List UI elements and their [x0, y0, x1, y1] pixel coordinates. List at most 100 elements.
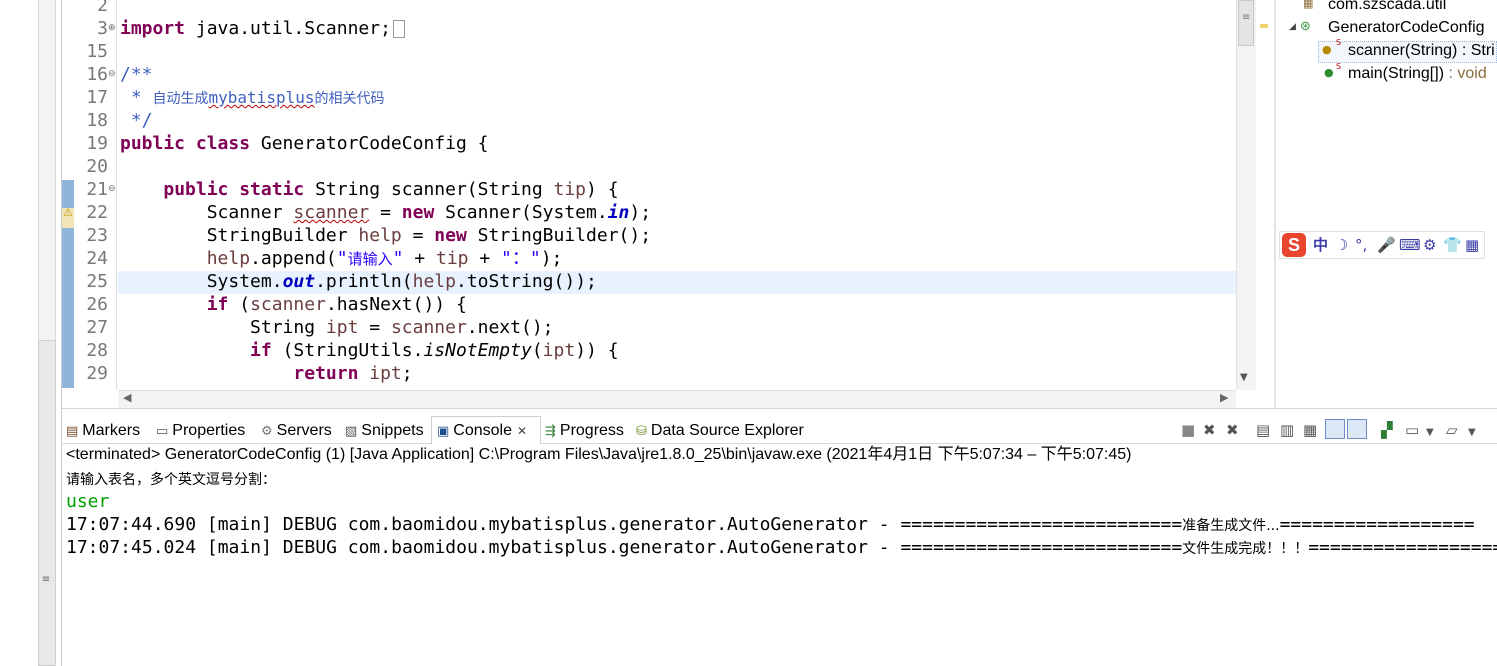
static-marker-icon: S	[1336, 38, 1342, 47]
outline-class[interactable]: GeneratorCodeConfig	[1328, 19, 1485, 37]
console-log-line: 17:07:45.024 [main] DEBUG com.baomidou.m…	[66, 537, 1497, 558]
line-number: 16	[86, 64, 108, 85]
change-marker	[62, 228, 74, 388]
pin-console-icon[interactable]: ▞	[1381, 420, 1393, 440]
code-line-16[interactable]: /**	[120, 63, 153, 86]
folded-imports-box	[392, 20, 405, 38]
display-console-icon[interactable]: ▭	[1405, 420, 1419, 440]
change-marker	[62, 180, 74, 208]
code-line-21[interactable]: public static String scanner(String tip)…	[120, 178, 618, 201]
overview-warning-mark[interactable]	[1260, 24, 1268, 28]
code-line-24[interactable]: help.append("请输入" + tip + "：");	[120, 247, 563, 271]
code-line-17[interactable]: * 自动生成mybatisplus的相关代码	[120, 86, 385, 111]
progress-icon: ⇶	[545, 424, 556, 439]
tab-properties[interactable]: ▭ Properties	[156, 420, 245, 442]
code-line-29[interactable]: return ipt;	[120, 362, 412, 385]
servers-icon: ⚙	[261, 424, 273, 439]
line-number: 18	[86, 110, 108, 131]
code-line-18[interactable]: */	[120, 109, 153, 132]
show-on-stderr-button[interactable]	[1347, 419, 1367, 439]
fold-collapse-icon[interactable]: ⊖	[108, 63, 118, 86]
outline-package[interactable]: com.szscada.util	[1328, 0, 1446, 14]
properties-icon: ▭	[156, 424, 169, 439]
left-scrollbar-thumb[interactable]	[38, 340, 56, 666]
line-number: 23	[86, 225, 108, 246]
ime-microphone-icon[interactable]: 🎤	[1377, 235, 1396, 255]
collapse-arrow-icon[interactable]: ◢	[1289, 22, 1296, 32]
code-line-25[interactable]: System.out.println(help.toString());	[120, 270, 597, 293]
snippets-icon: ▧	[345, 424, 358, 439]
fold-expand-icon[interactable]: ⊕	[108, 17, 118, 40]
tab-snippets[interactable]: ▧ Snippets	[345, 420, 424, 442]
fold-collapse-icon[interactable]: ⊖	[108, 178, 118, 201]
line-number: 15	[86, 41, 108, 62]
remove-all-terminated-icon[interactable]: ✖	[1226, 420, 1239, 440]
scroll-lock-icon[interactable]: ▥	[1280, 420, 1294, 440]
line-number: 19	[86, 133, 108, 154]
code-line-23[interactable]: StringBuilder help = new StringBuilder()…	[120, 224, 651, 247]
chevron-down-icon[interactable]: ▼	[1426, 423, 1434, 443]
method-warning-icon: ●	[1322, 43, 1332, 56]
line-number: 25	[86, 271, 108, 292]
panel-divider	[62, 408, 1497, 409]
outline-method-main[interactable]: main(String[]) : void	[1348, 65, 1487, 83]
editor-scrollbar-thumb[interactable]	[1238, 0, 1254, 46]
tab-console[interactable]: ▣ Console ✕	[437, 420, 527, 442]
code-line-26[interactable]: if (scanner.hasNext()) {	[120, 293, 467, 316]
scroll-down-arrow-icon[interactable]: ▼	[1240, 372, 1252, 383]
line-number: 2	[97, 0, 108, 16]
outline-method-scanner[interactable]: scanner(String) : Stri	[1348, 42, 1495, 60]
line-number: 22	[86, 202, 108, 223]
line-number: 26	[86, 294, 108, 315]
editor-vertical-scrollbar[interactable]	[1236, 0, 1256, 390]
ime-tools-icon[interactable]: ⚙	[1423, 235, 1436, 255]
line-number: 20	[86, 156, 108, 177]
warning-icon[interactable]: ⚠	[63, 206, 73, 219]
code-line-22[interactable]: Scanner scanner = new Scanner(System.in)…	[120, 201, 651, 224]
line-number: 29	[86, 363, 108, 384]
editor-horizontal-scrollbar[interactable]	[118, 390, 1236, 408]
ime-skin-icon[interactable]: 👕	[1443, 235, 1462, 255]
scroll-left-arrow-icon[interactable]: ◀	[123, 391, 131, 404]
data-source-icon: ⛁	[636, 424, 647, 439]
ime-punctuation-icon[interactable]: °,	[1355, 235, 1367, 255]
line-number: 3	[97, 18, 108, 39]
open-console-icon[interactable]: ▱	[1446, 420, 1458, 440]
console-user-input: user	[66, 491, 110, 512]
ime-menu-icon[interactable]: ▦	[1465, 235, 1479, 255]
console-log-line: 17:07:44.690 [main] DEBUG com.baomidou.m…	[66, 514, 1475, 535]
word-wrap-icon[interactable]: ▦	[1303, 420, 1317, 440]
code-line-19[interactable]: public class GeneratorCodeConfig {	[120, 132, 488, 155]
close-icon[interactable]: ✕	[517, 424, 527, 438]
tab-data-source-explorer[interactable]: ⛁ Data Source Explorer	[636, 420, 804, 442]
ime-logo-icon[interactable]: S	[1282, 233, 1306, 257]
terminate-icon[interactable]: ■	[1181, 420, 1195, 440]
code-line-28[interactable]: if (StringUtils.isNotEmpty(ipt)) {	[120, 339, 619, 362]
clear-console-icon[interactable]: ▤	[1256, 420, 1270, 440]
line-number: 28	[86, 340, 108, 361]
ime-keyboard-icon[interactable]: ⌨	[1399, 235, 1421, 255]
console-status-line: <terminated> GeneratorCodeConfig (1) [Ja…	[66, 446, 1132, 463]
overview-ruler[interactable]	[1256, 0, 1274, 390]
ime-moon-icon[interactable]: ☽	[1335, 235, 1348, 255]
code-line-3[interactable]: import java.util.Scanner;	[120, 17, 405, 40]
tab-servers[interactable]: ⚙ Servers	[261, 420, 332, 442]
ime-chinese-mode-icon[interactable]: 中	[1313, 235, 1328, 255]
tab-markers[interactable]: ▤ Markers	[66, 420, 140, 442]
left-panel	[0, 0, 38, 666]
method-public-icon: ●	[1324, 66, 1334, 79]
grip-icon[interactable]: ≡	[40, 574, 52, 585]
chevron-down-icon[interactable]: ▼	[1468, 423, 1476, 443]
package-icon: ▦	[1303, 0, 1314, 10]
markers-icon: ▤	[66, 424, 79, 439]
line-number: 27	[86, 317, 108, 338]
line-number: 24	[86, 248, 108, 269]
scroll-right-arrow-icon[interactable]: ▶	[1220, 391, 1228, 404]
console-icon: ▣	[437, 424, 450, 439]
tab-progress[interactable]: ⇶ Progress	[545, 420, 624, 442]
code-line-27[interactable]: String ipt = scanner.next();	[120, 316, 553, 339]
grip-icon: ≡	[1242, 12, 1251, 23]
remove-launch-icon[interactable]: ✖	[1203, 420, 1216, 440]
line-number: 17	[86, 87, 108, 108]
show-on-stdout-button[interactable]	[1325, 419, 1345, 439]
